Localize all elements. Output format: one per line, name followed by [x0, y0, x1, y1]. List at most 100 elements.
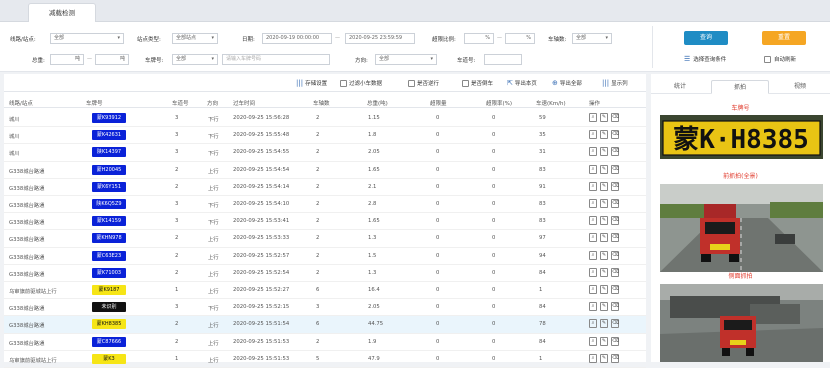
filter-small-checkbox[interactable]: 过滤小车数据	[340, 79, 382, 87]
header-speed[interactable]: 车速(Km/h)	[536, 99, 566, 107]
delete-icon[interactable]: ⌫	[611, 319, 619, 329]
view-icon[interactable]: ⌕	[589, 216, 597, 226]
delete-icon[interactable]: ⌫	[611, 336, 619, 346]
delete-icon[interactable]: ⌫	[611, 302, 619, 312]
overload-min-input[interactable]: %	[464, 33, 494, 44]
delete-icon[interactable]: ⌫	[611, 113, 619, 122]
table-row[interactable]: 城川 3 下行 2020-09-25 15:55:48 2 1.8 0 0 35 蒙K42631 ⌕…	[4, 127, 646, 145]
view-icon[interactable]: ⌕	[589, 130, 597, 140]
edit-icon[interactable]: ✎	[600, 113, 608, 122]
edit-icon[interactable]: ✎	[600, 233, 608, 243]
delete-icon[interactable]: ⌫	[611, 267, 619, 277]
tab-weight-detection[interactable]: 减载检测	[28, 3, 96, 22]
side-capture-image[interactable]	[660, 284, 823, 362]
table-row[interactable]: 乌审旗前驱城站上行 1 上行 2020-09-25 15:51:53 5 47.9 0 0 1 蒙…	[4, 351, 646, 368]
lane-input[interactable]	[484, 54, 522, 65]
table-row[interactable]: 乌审旗前驱城站上行 1 上行 2020-09-25 15:52:27 6 16.4 0 0 1 蒙…	[4, 282, 646, 300]
table-row[interactable]: G338城台路通 2 上行 2020-09-25 15:51:54 6 44.75 0 0 78…	[4, 316, 646, 334]
plate-badge[interactable]: 蒙K14159	[92, 216, 126, 227]
tab-capture[interactable]: 抓拍	[711, 80, 769, 94]
retreat-checkbox[interactable]: 是否倒车	[462, 79, 493, 87]
delete-icon[interactable]: ⌫	[611, 216, 619, 226]
line-station-select[interactable]: 全部 ▾	[50, 33, 124, 44]
station-type-select[interactable]: 全部站点 ▾	[172, 33, 218, 44]
plate-badge[interactable]: 蒙K6Y151	[92, 181, 126, 192]
view-icon[interactable]: ⌕	[589, 113, 597, 122]
edit-icon[interactable]: ✎	[600, 147, 608, 157]
view-icon[interactable]: ⌕	[589, 199, 597, 208]
view-icon[interactable]: ⌕	[589, 302, 597, 312]
view-icon[interactable]: ⌕	[589, 250, 597, 260]
direction-select[interactable]: 全部 ▾	[375, 54, 437, 65]
date-start-input[interactable]: 2020-09-19 00:00:00	[262, 33, 332, 44]
view-icon[interactable]: ⌕	[589, 353, 597, 363]
delete-icon[interactable]: ⌫	[611, 233, 619, 243]
plate-input[interactable]: 请输入车牌号码	[222, 54, 330, 65]
table-row[interactable]: G338城台路通 3 下行 2020-09-25 15:53:41 2 1.65 0 0 83 蒙…	[4, 213, 646, 231]
plate-badge[interactable]: 蒙K42631	[92, 130, 126, 141]
header-weight[interactable]: 总重(吨)	[367, 99, 388, 107]
delete-icon[interactable]: ⌫	[611, 250, 619, 260]
front-capture-image[interactable]	[660, 184, 823, 272]
table-row[interactable]: G338城台路通 2 上行 2020-09-25 15:54:54 2 1.65 0 0 83 蒙…	[4, 162, 646, 179]
view-icon[interactable]: ⌕	[589, 336, 597, 346]
header-direction[interactable]: 方向	[207, 99, 218, 107]
edit-icon[interactable]: ✎	[600, 353, 608, 363]
view-icon[interactable]: ⌕	[589, 147, 597, 157]
header-station[interactable]: 线路/站点	[9, 99, 33, 107]
axle-count-select[interactable]: 全部 ▾	[572, 33, 612, 44]
view-icon[interactable]: ⌕	[589, 233, 597, 243]
plate-badge[interactable]: 蒙C87666	[92, 336, 126, 347]
header-plate[interactable]: 车牌号	[86, 99, 103, 107]
tab-statistics[interactable]: 统计	[651, 80, 709, 94]
edit-icon[interactable]: ✎	[600, 164, 608, 174]
query-button[interactable]: 查询	[684, 31, 728, 45]
view-icon[interactable]: ⌕	[589, 181, 597, 191]
view-icon[interactable]: ⌕	[589, 164, 597, 174]
date-end-input[interactable]: 2020-09-25 23:59:59	[345, 33, 415, 44]
edit-icon[interactable]: ✎	[600, 285, 608, 294]
weight-min-input[interactable]: 吨	[50, 54, 84, 65]
delete-icon[interactable]: ⌫	[611, 181, 619, 191]
header-lane[interactable]: 车道号	[172, 99, 189, 107]
plate-badge[interactable]: 蒙KH8385	[92, 319, 126, 330]
table-row[interactable]: 城川 3 下行 2020-09-25 15:56:28 2 1.15 0 0 59 蒙K93912…	[4, 110, 646, 128]
plate-badge[interactable]: 蒙KHN978	[92, 233, 126, 244]
table-row[interactable]: G338城台路通 2 上行 2020-09-25 15:51:53 2 1.9 0 0 84 蒙C…	[4, 334, 646, 351]
edit-icon[interactable]: ✎	[600, 130, 608, 140]
delete-icon[interactable]: ⌫	[611, 147, 619, 157]
edit-icon[interactable]: ✎	[600, 336, 608, 346]
plate-province-select[interactable]: 全部 ▾	[172, 54, 218, 65]
table-row[interactable]: G338城台路通 3 下行 2020-09-25 15:52:15 3 2.05 0 0 84 未…	[4, 299, 646, 317]
edit-icon[interactable]: ✎	[600, 199, 608, 208]
auto-refresh-checkbox[interactable]: 自动刷新	[764, 55, 796, 63]
table-row[interactable]: G338城台路通 2 上行 2020-09-25 15:53:33 2 1.3 0 0 97 蒙K…	[4, 230, 646, 248]
plate-badge[interactable]: 蒙C63E23	[92, 250, 126, 261]
plate-badge[interactable]: 蒙K93912	[92, 113, 126, 123]
table-row[interactable]: G338城台路通 2 上行 2020-09-25 15:52:57 2 1.5 0 0 94 蒙C…	[4, 248, 646, 265]
table-row[interactable]: G338城台路通 2 上行 2020-09-25 15:52:54 2 1.3 0 0 84 蒙K…	[4, 265, 646, 282]
tab-video[interactable]: 视频	[771, 80, 829, 94]
reset-button[interactable]: 重置	[762, 31, 806, 45]
view-icon[interactable]: ⌕	[589, 285, 597, 294]
delete-icon[interactable]: ⌫	[611, 353, 619, 363]
export-all-button[interactable]: ⊕ 导出全部	[552, 79, 582, 87]
header-axles[interactable]: 车轴数	[313, 99, 330, 107]
edit-icon[interactable]: ✎	[600, 302, 608, 312]
edit-icon[interactable]: ✎	[600, 181, 608, 191]
header-time[interactable]: 过车时间	[233, 99, 255, 107]
table-row[interactable]: G338城台路通 3 下行 2020-09-25 15:54:10 2 2.8 0 0 83 陕K…	[4, 196, 646, 214]
delete-icon[interactable]: ⌫	[611, 130, 619, 140]
edit-icon[interactable]: ✎	[600, 216, 608, 226]
plate-badge[interactable]: 蒙H20045	[92, 164, 126, 175]
delete-icon[interactable]: ⌫	[611, 199, 619, 208]
plate-image[interactable]: 蒙K·H8385	[660, 115, 823, 159]
view-icon[interactable]: ⌕	[589, 319, 597, 329]
weight-max-input[interactable]: 吨	[95, 54, 129, 65]
select-query-condition[interactable]: ☰ 选择查询条件	[684, 55, 726, 63]
plate-badge[interactable]: 蒙K3	[92, 353, 126, 364]
show-columns-button[interactable]: ||| 显示列	[602, 79, 628, 87]
header-overload-rate[interactable]: 超限率(%)	[486, 99, 512, 107]
plate-badge[interactable]: 蒙K9187	[92, 285, 126, 295]
reverse-checkbox[interactable]: 是否逆行	[408, 79, 439, 87]
